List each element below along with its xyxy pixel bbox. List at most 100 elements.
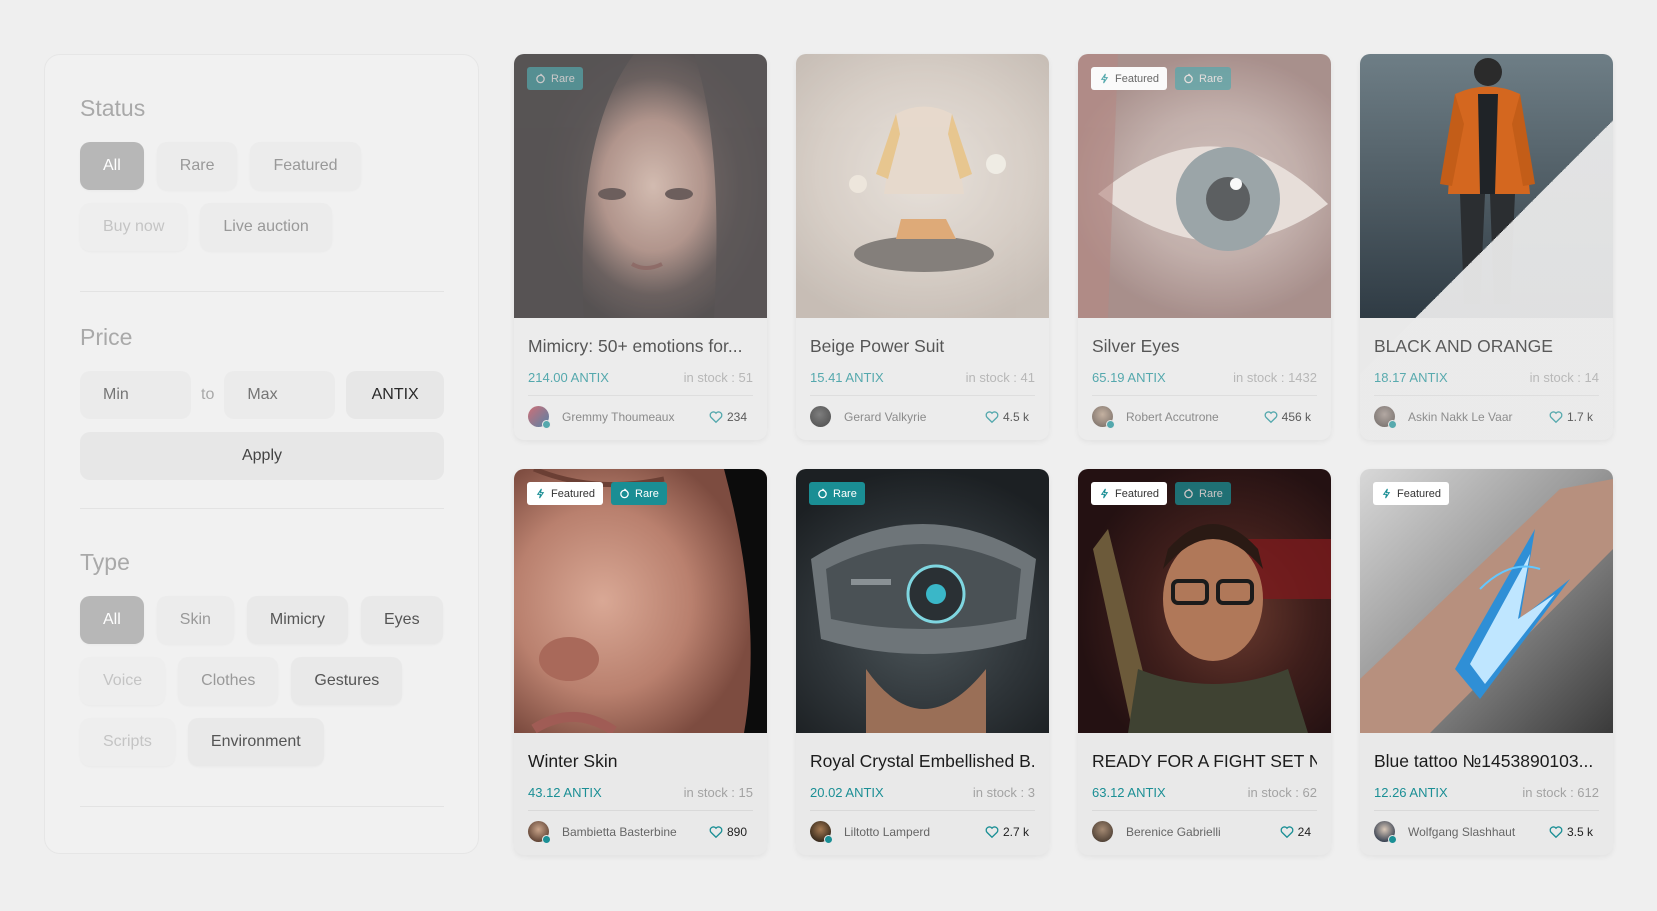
like-button[interactable]: 3.5 k <box>1549 825 1593 839</box>
status-live-auction-button[interactable]: Live auction <box>200 203 332 251</box>
rare-icon <box>536 73 545 84</box>
like-button[interactable]: 234 <box>709 410 747 424</box>
featured-badge: Featured <box>1091 67 1168 90</box>
product-image: Featured <box>1360 469 1613 733</box>
product-title[interactable]: Blue tattoo №1453890103... <box>1374 751 1599 772</box>
heart-icon <box>709 410 723 423</box>
product-image: Featured Rare <box>514 469 767 733</box>
author-name[interactable]: Wolfgang Slashhaut <box>1408 825 1549 839</box>
product-card[interactable]: Featured Blue tattoo №1453890103... 12.2… <box>1360 469 1613 855</box>
type-eyes-button[interactable]: Eyes <box>361 596 443 644</box>
verified-icon <box>1388 420 1397 429</box>
type-filter-section: Type All Skin Mimicry Eyes Voice Clothes… <box>80 509 444 807</box>
like-button[interactable]: 1.7 k <box>1549 410 1593 424</box>
product-price: 43.12 ANTIX <box>528 785 602 800</box>
product-badges: Rare <box>809 482 865 505</box>
featured-badge-label: Featured <box>1115 72 1160 85</box>
type-gestures-button[interactable]: Gestures <box>291 657 403 705</box>
currency-select[interactable]: ANTIX <box>346 371 444 419</box>
like-button[interactable]: 890 <box>709 825 747 839</box>
type-environment-button[interactable]: Environment <box>187 718 324 766</box>
product-card[interactable]: BLACK AND ORANGE 18.17 ANTIX in stock : … <box>1360 54 1613 440</box>
author-name[interactable]: Robert Accutrone <box>1126 410 1264 424</box>
price-min-input[interactable] <box>80 371 191 419</box>
product-image: Rare <box>514 54 767 318</box>
product-title[interactable]: Royal Crystal Embellished B... <box>810 751 1035 772</box>
author-name[interactable]: Askin Nakk Le Vaar <box>1408 410 1549 424</box>
heart-icon <box>1549 825 1563 838</box>
product-title[interactable]: Winter Skin <box>528 751 753 772</box>
product-title[interactable]: BLACK AND ORANGE <box>1374 336 1599 357</box>
product-badges: Featured Rare <box>527 482 667 505</box>
product-title[interactable]: Silver Eyes <box>1092 336 1317 357</box>
author-avatar[interactable] <box>1374 406 1397 429</box>
like-button[interactable]: 4.5 k <box>985 410 1029 424</box>
verified-icon <box>542 835 551 844</box>
rare-icon <box>1184 73 1193 84</box>
lightning-icon <box>1100 73 1109 84</box>
heart-icon <box>985 410 999 423</box>
author-name[interactable]: Liltotto Lamperd <box>844 825 985 839</box>
type-voice-button[interactable]: Voice <box>80 657 166 705</box>
lightning-icon <box>1382 488 1391 499</box>
type-filter-title: Type <box>80 549 130 575</box>
status-featured-button[interactable]: Featured <box>250 142 361 190</box>
product-stock: in stock : 62 <box>1247 785 1317 800</box>
author-avatar[interactable] <box>810 406 831 427</box>
type-all-button[interactable]: All <box>80 596 144 644</box>
featured-badge-label: Featured <box>1115 487 1160 500</box>
author-name[interactable]: Bambietta Basterbine <box>562 825 709 839</box>
product-price: 65.19 ANTIX <box>1092 370 1166 385</box>
rare-badge: Rare <box>611 482 667 505</box>
rare-badge: Rare <box>527 67 583 90</box>
product-title[interactable]: Beige Power Suit <box>810 336 1035 357</box>
rare-badge-label: Rare <box>551 72 575 85</box>
type-clothes-button[interactable]: Clothes <box>178 657 279 705</box>
product-badges: Featured Rare <box>1091 482 1231 505</box>
product-card[interactable]: Beige Power Suit 15.41 ANTIX in stock : … <box>796 54 1049 440</box>
author-name[interactable]: Berenice Gabrielli <box>1126 825 1280 839</box>
like-button[interactable]: 2.7 k <box>985 825 1029 839</box>
author-avatar[interactable] <box>528 406 551 429</box>
type-skin-button[interactable]: Skin <box>156 596 234 644</box>
product-title[interactable]: Mimicry: 50+ emotions for... <box>528 336 753 357</box>
product-stock: in stock : 51 <box>683 370 753 385</box>
status-rare-button[interactable]: Rare <box>156 142 238 190</box>
status-all-button[interactable]: All <box>80 142 144 190</box>
apply-button[interactable]: Apply <box>80 432 444 480</box>
author-avatar[interactable] <box>528 821 551 844</box>
heart-icon <box>1280 825 1294 838</box>
product-card[interactable]: Featured Rare Winter Skin 43.12 ANTIX in… <box>514 469 767 855</box>
product-card[interactable]: Rare Mimicry: 50+ emotions for... 214.00… <box>514 54 767 440</box>
product-stock: in stock : 3 <box>972 785 1035 800</box>
author-avatar[interactable] <box>1092 406 1115 429</box>
author-avatar[interactable] <box>1374 821 1397 844</box>
price-filter-section: Price to ANTIX Apply <box>80 292 444 509</box>
verified-icon <box>542 420 551 429</box>
author-name[interactable]: Gremmy Thoumeaux <box>562 410 709 424</box>
type-mimicry-button[interactable]: Mimicry <box>246 596 348 644</box>
author-avatar[interactable] <box>810 821 833 844</box>
verified-icon <box>1106 420 1115 429</box>
like-count: 3.5 k <box>1566 824 1593 839</box>
cyber-visor-illustration <box>811 524 1036 733</box>
author-name[interactable]: Gerard Valkyrie <box>844 410 985 424</box>
product-image <box>796 54 1049 318</box>
like-button[interactable]: 456 k <box>1264 410 1311 424</box>
product-price: 63.12 ANTIX <box>1092 785 1166 800</box>
price-max-input[interactable] <box>224 371 336 419</box>
product-title[interactable]: READY FOR A FIGHT SET N... <box>1092 751 1317 772</box>
product-image <box>1360 54 1613 318</box>
product-card[interactable]: Featured Rare READY FOR A FIGHT SET N...… <box>1078 469 1331 855</box>
status-buy-now-button[interactable]: Buy now <box>80 203 188 251</box>
product-card[interactable]: Rare Royal Crystal Embellished B... 20.0… <box>796 469 1049 855</box>
featured-badge: Featured <box>1091 482 1168 505</box>
card-divider <box>1092 810 1317 811</box>
type-scripts-button[interactable]: Scripts <box>80 718 175 766</box>
rare-badge: Rare <box>809 482 865 505</box>
lightning-icon <box>536 488 545 499</box>
product-stock: in stock : 15 <box>683 785 753 800</box>
author-avatar[interactable] <box>1092 821 1113 842</box>
product-card[interactable]: Featured Rare Silver Eyes 65.19 ANTIX in… <box>1078 54 1331 440</box>
like-button[interactable]: 24 <box>1280 825 1311 839</box>
